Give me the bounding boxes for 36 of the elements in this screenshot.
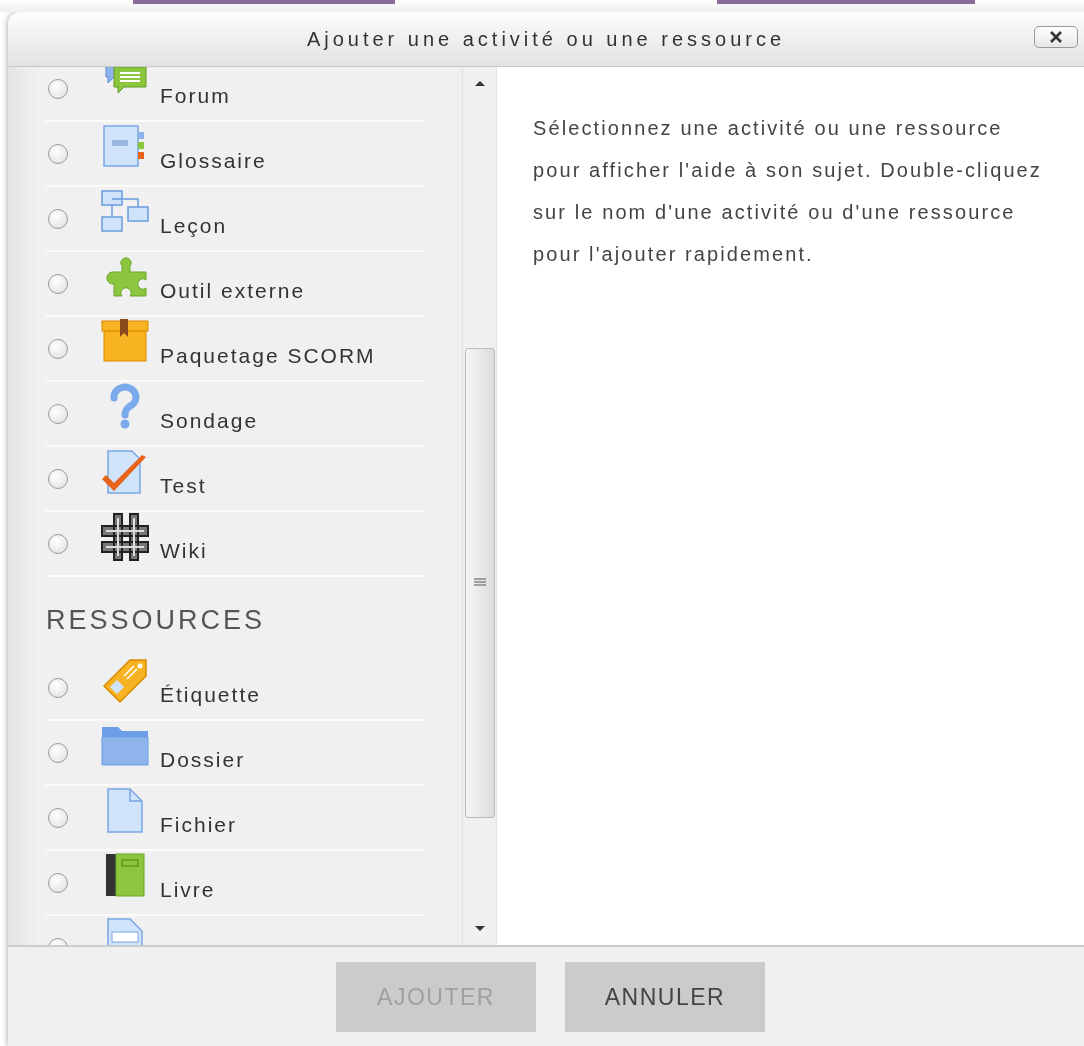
option-label[interactable]: Fichier [160,798,237,837]
close-button[interactable] [1034,26,1078,48]
radio-button[interactable] [48,468,68,489]
scroll-up-icon[interactable] [473,79,486,87]
radio-button[interactable] [48,742,68,763]
radio-button[interactable] [48,273,68,294]
scrollbar[interactable] [462,67,497,945]
dialog-title: Ajouter une activité ou une ressource [306,27,786,51]
lattice-icon [100,511,150,562]
radio-button[interactable] [48,872,68,893]
option-label[interactable]: Dossier [160,733,246,772]
close-icon [1048,30,1064,44]
radio-button[interactable] [48,677,68,698]
radio-button[interactable] [48,533,68,554]
radio-button[interactable] [48,338,68,359]
option-label[interactable]: Test [160,459,207,498]
option-label[interactable]: Glossaire [160,134,267,173]
option-label[interactable]: Paquetage SCORM [160,329,376,368]
help-text: Sélectionnez une activité ou une ressource pour afficher l'aide à son sujet. Double-cliquez sur le nom d'une activité ou d'une ressource pour l'ajouter rapidement. [533,116,1043,267]
section-heading: RESSOURCES [46,604,267,637]
radio-button[interactable] [48,208,68,229]
radio-button[interactable] [48,807,68,828]
radio-button[interactable] [48,403,68,424]
radio-button[interactable] [48,78,68,99]
option-label[interactable]: Sondage [160,394,259,433]
option-label[interactable]: Leçon [160,199,228,238]
option-label[interactable]: Wiki [160,524,208,563]
option-label[interactable]: Forum [160,69,231,108]
scroll-down-icon[interactable] [473,925,486,933]
grip-icon [473,578,486,588]
option-label[interactable]: Livre [160,863,216,902]
scroll-thumb[interactable] [464,348,495,818]
option-label[interactable]: Étiquette [160,668,261,707]
cancel-button[interactable]: ANNULER [565,962,765,1032]
option-label[interactable]: Outil externe [160,264,306,303]
radio-button[interactable] [48,143,68,164]
